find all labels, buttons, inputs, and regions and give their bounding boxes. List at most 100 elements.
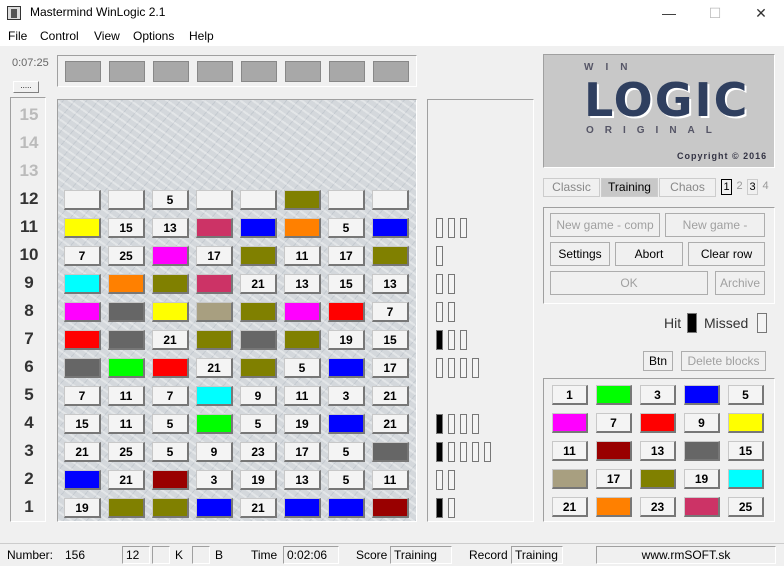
board-cell-number[interactable]: 11 bbox=[372, 470, 409, 490]
board-cell-color-magenta[interactable] bbox=[64, 302, 101, 322]
palette-block-number[interactable]: 11 bbox=[552, 441, 588, 461]
delete-blocks-button[interactable]: Delete blocks bbox=[681, 351, 766, 371]
board-cell-empty[interactable] bbox=[372, 190, 409, 210]
board-cell-color-olive[interactable] bbox=[240, 358, 277, 378]
board-cell-number[interactable]: 19 bbox=[64, 498, 101, 518]
board-cell-color-magenta[interactable] bbox=[152, 246, 189, 266]
board-cell-color-blue[interactable] bbox=[328, 498, 365, 518]
board-cell-number[interactable]: 15 bbox=[64, 414, 101, 434]
game-board[interactable]: 5 15 13 5 7 25 17 11 17 21 13 15 13 7 21 19 15 21 5 17 7 11 7 9… bbox=[57, 99, 417, 522]
player-tab-1[interactable]: 1 bbox=[721, 179, 732, 195]
tab-chaos[interactable]: Chaos bbox=[659, 178, 716, 197]
board-cell-empty[interactable] bbox=[328, 190, 365, 210]
menu-control[interactable]: Control bbox=[40, 29, 79, 43]
menu-options[interactable]: Options bbox=[133, 29, 174, 43]
board-cell-color-khaki[interactable] bbox=[196, 302, 233, 322]
board-cell-number[interactable]: 21 bbox=[152, 330, 189, 350]
board-cell-number[interactable]: 13 bbox=[284, 470, 321, 490]
board-cell-number[interactable]: 15 bbox=[372, 330, 409, 350]
board-cell-number[interactable]: 19 bbox=[328, 330, 365, 350]
board-cell-empty[interactable] bbox=[64, 190, 101, 210]
board-cell-number[interactable]: 7 bbox=[152, 386, 189, 406]
board-cell-number[interactable]: 9 bbox=[240, 386, 277, 406]
btn-button[interactable]: Btn bbox=[643, 351, 673, 371]
board-cell-color-darkred[interactable] bbox=[152, 470, 189, 490]
palette-block-number[interactable]: 19 bbox=[684, 469, 720, 489]
settings-button[interactable]: Settings bbox=[550, 242, 610, 266]
palette-block-color-darkred[interactable] bbox=[596, 441, 632, 461]
board-cell-empty[interactable] bbox=[196, 190, 233, 210]
palette-block-color-olive[interactable] bbox=[640, 469, 676, 489]
board-cell-number[interactable]: 11 bbox=[284, 246, 321, 266]
board-cell-color-blue[interactable] bbox=[284, 498, 321, 518]
palette-block-number[interactable]: 3 bbox=[640, 385, 676, 405]
board-cell-empty[interactable] bbox=[240, 190, 277, 210]
palette-block-color-yellow[interactable] bbox=[728, 413, 764, 433]
clear-row-button[interactable]: Clear row bbox=[688, 242, 765, 266]
board-cell-number[interactable]: 15 bbox=[328, 274, 365, 294]
palette-block-number[interactable]: 1 bbox=[552, 385, 588, 405]
board-cell-number[interactable]: 25 bbox=[108, 246, 145, 266]
board-cell-empty[interactable] bbox=[108, 190, 145, 210]
board-cell-color-olive[interactable] bbox=[152, 498, 189, 518]
palette-block-number[interactable]: 25 bbox=[728, 497, 764, 517]
close-icon[interactable]: ✕ bbox=[738, 0, 784, 26]
board-cell-color-cyan[interactable] bbox=[64, 274, 101, 294]
board-cell-color-pink[interactable] bbox=[196, 218, 233, 238]
timer-button[interactable]: ..... bbox=[13, 81, 39, 93]
palette-block-color-gray[interactable] bbox=[684, 441, 720, 461]
palette-block-number[interactable]: 5 bbox=[728, 385, 764, 405]
new-game-comp-button[interactable]: New game - comp bbox=[550, 213, 660, 237]
new-game-player-button[interactable]: New game - player bbox=[665, 213, 765, 254]
palette-block-color-pink[interactable] bbox=[684, 497, 720, 517]
board-cell-number[interactable]: 5 bbox=[328, 218, 365, 238]
menu-view[interactable]: View bbox=[94, 29, 120, 43]
board-cell-color-olive[interactable] bbox=[108, 498, 145, 518]
board-cell-color-orange[interactable] bbox=[108, 274, 145, 294]
board-cell-number[interactable]: 17 bbox=[328, 246, 365, 266]
board-cell-color-blue[interactable] bbox=[372, 218, 409, 238]
ok-button[interactable]: OK bbox=[550, 271, 708, 295]
board-cell-number[interactable]: 13 bbox=[372, 274, 409, 294]
board-cell-color-blue[interactable] bbox=[196, 498, 233, 518]
board-cell-color-green[interactable] bbox=[108, 358, 145, 378]
board-cell-number[interactable]: 5 bbox=[328, 442, 365, 462]
palette-block-number[interactable]: 13 bbox=[640, 441, 676, 461]
board-cell-number[interactable]: 19 bbox=[240, 470, 277, 490]
board-cell-color-olive[interactable] bbox=[240, 302, 277, 322]
minimize-icon[interactable]: — bbox=[646, 0, 692, 26]
board-cell-number[interactable]: 9 bbox=[196, 442, 233, 462]
board-cell-color-gray[interactable] bbox=[108, 302, 145, 322]
board-cell-number[interactable]: 3 bbox=[196, 470, 233, 490]
player-tab-3[interactable]: 3 bbox=[747, 179, 758, 195]
tab-classic[interactable]: Classic bbox=[543, 178, 600, 197]
board-cell-number[interactable]: 15 bbox=[108, 218, 145, 238]
board-cell-number[interactable]: 7 bbox=[64, 386, 101, 406]
board-cell-number[interactable]: 13 bbox=[152, 218, 189, 238]
board-cell-number[interactable]: 11 bbox=[108, 414, 145, 434]
board-cell-number[interactable]: 19 bbox=[284, 414, 321, 434]
board-cell-color-yellow[interactable] bbox=[64, 218, 101, 238]
board-cell-number[interactable]: 5 bbox=[240, 414, 277, 434]
palette-block-number[interactable]: 23 bbox=[640, 497, 676, 517]
board-cell-color-magenta[interactable] bbox=[284, 302, 321, 322]
board-cell-color-green[interactable] bbox=[196, 414, 233, 434]
tab-training[interactable]: Training bbox=[601, 178, 658, 197]
palette-block-color-cyan[interactable] bbox=[728, 469, 764, 489]
palette-block-color-khaki[interactable] bbox=[552, 469, 588, 489]
board-cell-number[interactable]: 5 bbox=[152, 414, 189, 434]
player-tab-4[interactable]: 4 bbox=[760, 179, 771, 195]
website-link[interactable]: www.rmSOFT.sk bbox=[596, 546, 776, 564]
board-cell-number[interactable]: 21 bbox=[240, 498, 277, 518]
board-cell-number[interactable]: 21 bbox=[240, 274, 277, 294]
board-cell-color-gray[interactable] bbox=[108, 330, 145, 350]
board-cell-color-red[interactable] bbox=[152, 358, 189, 378]
board-cell-number[interactable]: 25 bbox=[108, 442, 145, 462]
board-cell-color-orange[interactable] bbox=[284, 218, 321, 238]
palette-block-number[interactable]: 7 bbox=[596, 413, 632, 433]
board-cell-number[interactable]: 11 bbox=[284, 386, 321, 406]
board-cell-number[interactable]: 21 bbox=[372, 386, 409, 406]
board-cell-number[interactable]: 5 bbox=[284, 358, 321, 378]
board-cell-number[interactable]: 21 bbox=[64, 442, 101, 462]
board-cell-color-blue[interactable] bbox=[328, 414, 365, 434]
